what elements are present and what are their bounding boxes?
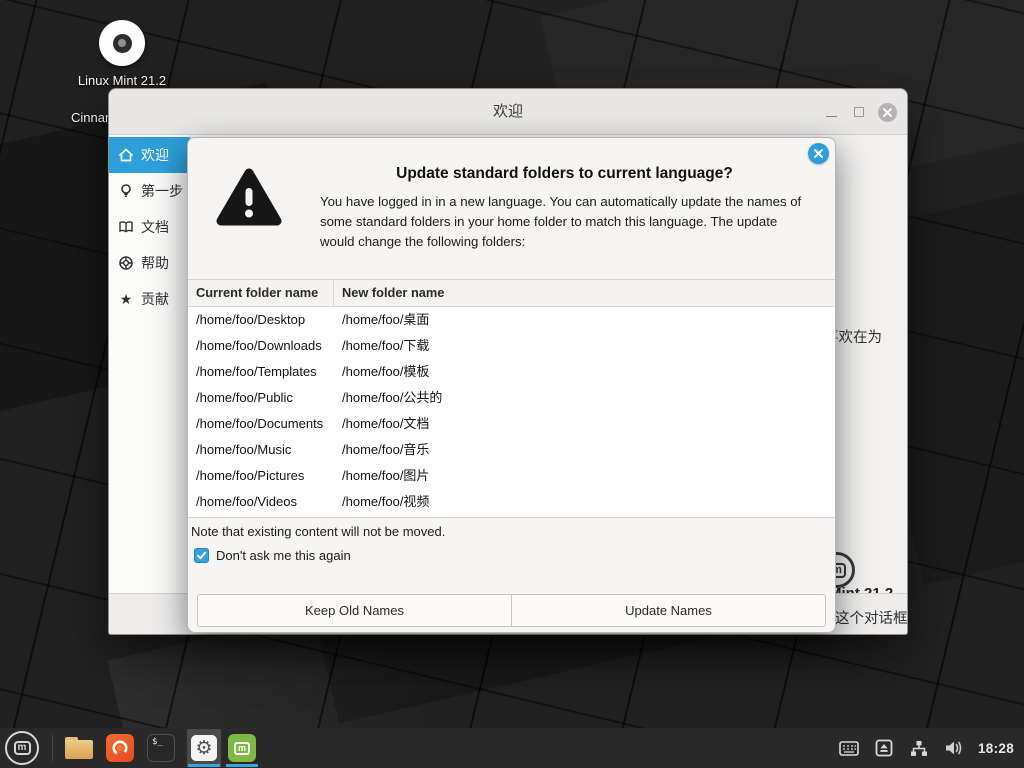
new-folder-cell: /home/foo/文档 [334,411,835,437]
new-folder-cell: /home/foo/视频 [334,489,835,515]
column-header-new[interactable]: New folder name [334,280,835,306]
maximize-icon [854,107,864,117]
system-tray: 18:28 [838,737,1024,759]
sidebar-item-label: 帮助 [141,253,169,273]
firefox-icon [106,734,134,762]
table-row[interactable]: /home/foo/Public /home/foo/公共的 [188,385,835,411]
mint-logo-icon: m [14,741,31,755]
current-folder-cell: /home/foo/Pictures [188,463,334,489]
current-folder-cell: /home/foo/Downloads [188,333,334,359]
table-row[interactable]: /home/foo/Downloads /home/foo/下载 [188,333,835,359]
settings-window-button[interactable]: ⚙ [187,729,221,767]
folder-icon [65,737,93,759]
terminal-icon: $_ [147,734,175,762]
current-folder-cell: /home/foo/Music [188,437,334,463]
taskbar: m $_ ⚙ m [0,728,1024,768]
disc-icon [99,20,145,66]
new-folder-cell: /home/foo/桌面 [334,307,835,333]
dialog-title: Update standard folders to current langu… [320,165,809,183]
window-minimize-button[interactable] [821,102,841,122]
new-folder-cell: /home/foo/模板 [334,359,835,385]
column-header-current[interactable]: Current folder name [188,280,334,306]
lightbulb-icon [118,183,134,199]
window-close-button[interactable] [877,102,897,122]
book-icon [118,219,134,235]
firefox-launcher[interactable] [105,733,135,763]
keyboard-layout-icon[interactable] [838,737,860,759]
file-manager-launcher[interactable] [64,733,94,763]
active-window-indicator [188,764,220,767]
table-row[interactable]: /home/foo/Music /home/foo/音乐 [188,437,835,463]
table-row[interactable]: /home/foo/Pictures /home/foo/图片 [188,463,835,489]
warning-icon [216,168,282,279]
volume-icon[interactable] [943,737,965,759]
window-titlebar[interactable]: 欢迎 [109,89,907,135]
dialog-body-text: You have logged in in a new language. Yo… [320,192,805,251]
sidebar-item-welcome[interactable]: 欢迎 [109,137,190,173]
new-folder-cell: /home/foo/公共的 [334,385,835,411]
dont-ask-checkbox-label[interactable]: Don't ask me this again [216,548,351,563]
current-folder-cell: /home/foo/Desktop [188,307,334,333]
open-window-indicator [226,764,258,767]
sidebar-item-label: 贡献 [141,289,169,309]
terminal-launcher[interactable]: $_ [146,733,176,763]
table-row[interactable]: /home/foo/Videos /home/foo/视频 [188,489,835,515]
sidebar-item-label: 文档 [141,217,169,237]
dont-ask-checkbox-row[interactable]: Don't ask me this again [194,548,351,563]
star-icon: ★ [118,291,134,307]
lifebuoy-icon [118,255,134,271]
update-folders-dialog: Update standard folders to current langu… [187,137,836,633]
current-folder-cell: /home/foo/Videos [188,489,334,515]
shortcut-label-line1: Linux Mint 21.2 [40,73,204,89]
sidebar-item-contribute[interactable]: ★ 贡献 [109,281,190,317]
dialog-button-bar: Keep Old Names Update Names [197,594,826,627]
window-maximize-button[interactable] [849,102,869,122]
welcome-window-button[interactable]: m [225,729,259,767]
table-row[interactable]: /home/foo/Desktop /home/foo/桌面 [188,307,835,333]
gear-icon: ⚙ [191,735,217,761]
taskbar-clock[interactable]: 18:28 [978,741,1014,756]
current-folder-cell: /home/foo/Documents [188,411,334,437]
current-folder-cell: /home/foo/Public [188,385,334,411]
mint-welcome-icon: m [228,734,256,762]
new-folder-cell: /home/foo/下载 [334,333,835,359]
network-icon[interactable] [908,737,930,759]
sidebar-item-label: 第一步 [141,181,183,201]
desktop-shortcut-linux-mint-iso[interactable]: Linux Mint 21.2 [40,20,204,89]
minimize-icon [826,116,837,117]
home-icon [118,147,134,163]
sidebar-item-help[interactable]: 帮助 [109,245,190,281]
removable-media-icon[interactable] [873,737,895,759]
dialog-header: Update standard folders to current langu… [188,138,835,279]
sidebar-item-documentation[interactable]: 文档 [109,209,190,245]
sidebar: 欢迎 第一步 文档 帮助 ★ 贡献 [109,135,191,593]
folders-table: Current folder name New folder name /hom… [188,279,835,518]
current-folder-cell: /home/foo/Templates [188,359,334,385]
new-folder-cell: /home/foo/图片 [334,463,835,489]
close-icon [878,103,897,122]
update-names-button[interactable]: Update Names [511,594,826,627]
mint-menu-button[interactable]: m [5,731,39,765]
sidebar-item-first-steps[interactable]: 第一步 [109,173,190,209]
checkbox-checked-icon[interactable] [194,548,209,563]
table-row[interactable]: /home/foo/Templates /home/foo/模板 [188,359,835,385]
note-text: Note that existing content will not be m… [191,524,445,539]
table-row[interactable]: /home/foo/Documents /home/foo/文档 [188,411,835,437]
new-folder-cell: /home/foo/音乐 [334,437,835,463]
taskbar-separator [52,735,53,761]
sidebar-item-label: 欢迎 [141,145,169,165]
table-header-row: Current folder name New folder name [188,280,835,307]
window-title: 欢迎 [109,89,907,135]
keep-old-names-button[interactable]: Keep Old Names [197,594,512,627]
